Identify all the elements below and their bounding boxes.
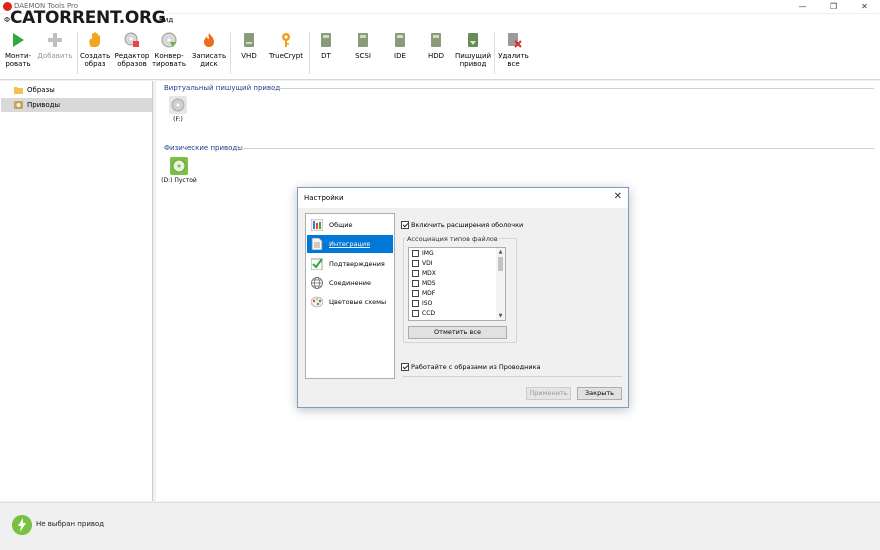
convert-icon <box>161 32 177 48</box>
remove-all-icon <box>507 33 522 48</box>
scroll-down-icon[interactable]: ▼ <box>497 313 504 319</box>
image-editor-icon <box>124 32 139 47</box>
select-all-button[interactable]: Отметить все <box>408 326 507 339</box>
dialog-title-bar: Настройки ✕ <box>298 188 628 208</box>
file-type-vdi[interactable]: VDI <box>412 260 433 267</box>
sidebar: Образы Приводы <box>0 81 153 501</box>
dialog-title: Настройки <box>304 194 344 202</box>
shell-extension-checkbox[interactable] <box>401 221 409 229</box>
toolbar-separator <box>230 32 231 74</box>
disc-drive-icon <box>170 157 188 175</box>
settings-dialog: Настройки ✕ Общие Интеграция Подтвержден… <box>297 187 629 408</box>
folder-icon <box>14 87 23 94</box>
section-divider <box>238 148 874 149</box>
plus-icon <box>48 33 62 47</box>
apply-button[interactable]: Применить <box>526 387 571 400</box>
vhd-icon <box>244 33 254 47</box>
file-type-checkbox[interactable] <box>412 280 419 287</box>
window-controls: — ❐ ✕ <box>787 0 880 13</box>
file-type-ccd[interactable]: CCD <box>412 310 435 317</box>
shell-extension-option[interactable]: Включить расширения оболочки <box>401 221 523 229</box>
scsi-drive-icon <box>358 33 368 47</box>
explorer-option[interactable]: Работайте с образами из Проводника <box>401 363 541 371</box>
writer-drive-icon <box>468 33 478 47</box>
sidebar-item-images[interactable]: Образы <box>1 83 152 97</box>
dt-drive-icon <box>321 33 331 47</box>
create-image-button[interactable]: Создать образ <box>80 32 110 68</box>
file-type-checkbox[interactable] <box>412 260 419 267</box>
status-text: Не выбран привод <box>36 520 105 528</box>
file-type-checkbox[interactable] <box>412 290 419 297</box>
physical-drives-heading: Физические приводы <box>164 144 243 152</box>
connection-icon <box>311 277 323 289</box>
scsi-drive-button[interactable]: SCSI <box>350 32 376 60</box>
image-editor-button[interactable]: Редактор образов <box>114 32 150 68</box>
file-type-mdx[interactable]: MDX <box>412 270 436 277</box>
mount-button[interactable]: Монти-ровать <box>3 32 33 68</box>
writer-drive-button[interactable]: Пишущий привод <box>455 32 491 68</box>
file-type-mdf[interactable]: MDF <box>412 290 435 297</box>
ide-drive-button[interactable]: IDE <box>387 32 413 60</box>
settings-category-list: Общие Интеграция Подтверждения Соединени… <box>305 213 395 379</box>
ide-drive-icon <box>395 33 405 47</box>
dialog-divider <box>403 376 622 377</box>
remove-all-button[interactable]: Удалить все <box>497 32 530 68</box>
key-icon <box>282 33 290 47</box>
add-button[interactable]: Добавить <box>36 32 74 60</box>
maximize-button[interactable]: ❐ <box>818 0 849 13</box>
minimize-button[interactable]: — <box>787 0 818 13</box>
status-bar: Не выбран привод <box>0 502 880 550</box>
toolbar-separator <box>77 32 78 74</box>
drives-icon <box>14 101 23 109</box>
virtual-drive-label: (F:) <box>173 116 183 123</box>
virtual-drives-heading: Виртуальный пишущий привод <box>164 84 281 92</box>
file-type-checkbox[interactable] <box>412 310 419 317</box>
file-type-scrollbar[interactable]: ▲ ▼ <box>496 248 505 320</box>
explorer-checkbox[interactable] <box>401 363 409 371</box>
hdd-button[interactable]: HDD <box>423 32 449 60</box>
lightning-icon <box>12 515 32 535</box>
file-type-list: IMG VDI MDX MDS MDF ISO CCD ▲ ▼ <box>408 247 506 321</box>
file-type-img[interactable]: IMG <box>412 250 434 257</box>
general-icon <box>311 219 323 231</box>
category-color-schemes[interactable]: Цветовые схемы <box>307 293 393 311</box>
convert-button[interactable]: Конвер-тировать <box>152 32 186 68</box>
scroll-thumb[interactable] <box>498 257 503 271</box>
file-type-checkbox[interactable] <box>412 300 419 307</box>
hdd-icon <box>431 33 441 47</box>
category-connection[interactable]: Соединение <box>307 274 393 292</box>
file-type-iso[interactable]: ISO <box>412 300 432 307</box>
color-scheme-icon <box>311 296 323 308</box>
toolbar-separator <box>494 32 495 74</box>
watermark: CATORRENT.ORG <box>10 8 166 28</box>
sidebar-item-drives[interactable]: Приводы <box>1 98 152 112</box>
burn-disc-button[interactable]: Записать диск <box>191 32 227 68</box>
virtual-drive-f[interactable]: (F:) <box>169 96 187 123</box>
category-general[interactable]: Общие <box>307 216 393 234</box>
vhd-button[interactable]: VHD <box>235 32 263 60</box>
dialog-close-icon[interactable]: ✕ <box>614 191 622 203</box>
file-type-checkbox[interactable] <box>412 250 419 257</box>
category-confirmations[interactable]: Подтверждения <box>307 255 393 273</box>
disc-drive-icon <box>169 96 187 114</box>
toolbar-separator <box>309 32 310 74</box>
confirm-icon <box>311 258 323 270</box>
truecrypt-button[interactable]: TrueCrypt <box>266 32 306 60</box>
scroll-up-icon[interactable]: ▲ <box>497 249 504 255</box>
hand-icon <box>89 32 100 47</box>
file-association-title: Ассоциация типов файлов <box>406 235 499 243</box>
burn-icon <box>204 33 214 47</box>
close-window-button[interactable]: ✕ <box>849 0 880 13</box>
category-integration[interactable]: Интеграция <box>307 235 393 253</box>
play-icon <box>13 33 24 47</box>
integration-icon <box>311 238 323 250</box>
toolbar: Монти-ровать Добавить Создать образ Редак… <box>0 28 880 80</box>
dt-drive-button[interactable]: DT <box>314 32 338 60</box>
close-dialog-button[interactable]: Закрыть <box>577 387 622 400</box>
physical-drive-label: (D:) Пустой <box>161 177 197 184</box>
file-type-checkbox[interactable] <box>412 270 419 277</box>
file-type-mds[interactable]: MDS <box>412 280 436 287</box>
physical-drive-d[interactable]: (D:) Пустой <box>161 157 197 184</box>
section-divider <box>273 88 874 89</box>
